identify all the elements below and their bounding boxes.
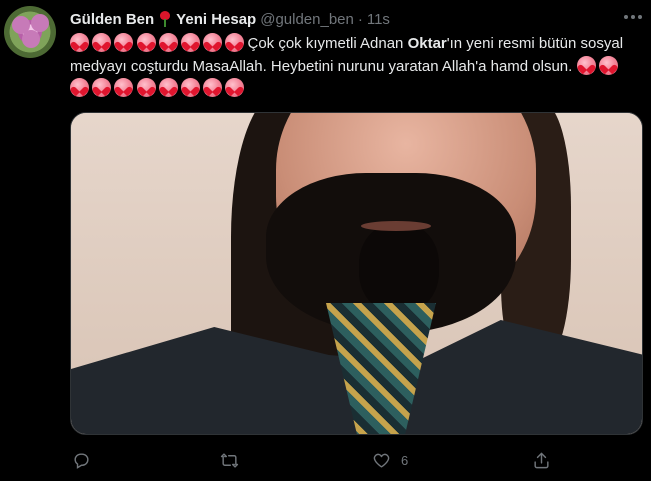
share-button[interactable]	[532, 447, 551, 473]
heart-icon	[114, 33, 134, 52]
share-icon	[534, 452, 549, 468]
rose-icon	[158, 11, 172, 27]
like-count: 6	[401, 452, 409, 468]
reply-button[interactable]	[72, 447, 91, 473]
like-button[interactable]: 6	[372, 447, 408, 473]
heart-icon	[158, 78, 178, 97]
tweet[interactable]: Gülden Ben Yeni Hesap @gulden_ben · 11s …	[0, 0, 651, 481]
heart-icon	[576, 55, 596, 75]
heart-icon	[180, 33, 200, 52]
like-icon	[373, 453, 390, 468]
retweet-button[interactable]	[220, 447, 239, 473]
tweet-text-part1: Çok çok kıymetli Adnan	[247, 35, 408, 52]
retweet-icon	[220, 452, 239, 468]
separator-dot: ·	[357, 10, 363, 28]
tweet-text: Çok çok kıymetli Adnan Oktar'ın yeni res…	[70, 33, 630, 101]
heart-icon	[203, 33, 223, 52]
heart-icon	[225, 78, 245, 97]
heart-icon	[158, 33, 178, 52]
user-handle[interactable]: @gulden_ben	[260, 11, 354, 28]
tweet-header: Gülden Ben Yeni Hesap @gulden_ben · 11s	[70, 9, 390, 29]
heart-icon	[136, 78, 156, 97]
heart-icon	[225, 33, 245, 52]
reply-icon	[74, 452, 89, 469]
display-name-suffix[interactable]: Yeni Hesap	[176, 11, 256, 28]
heart-icon	[70, 78, 89, 97]
tweet-photo[interactable]	[70, 112, 643, 435]
heart-icon	[114, 78, 134, 97]
tweet-time[interactable]: 11s	[367, 11, 390, 28]
heart-icon	[136, 33, 156, 52]
tweet-text-bold: Oktar	[407, 35, 447, 52]
tweet-actions: 6	[70, 447, 643, 473]
heart-icon	[92, 33, 112, 52]
heart-icon	[70, 33, 89, 52]
leading-hearts	[70, 33, 248, 52]
more-dots-icon[interactable]	[622, 10, 644, 24]
heart-icon	[598, 55, 618, 75]
display-name[interactable]: Gülden Ben	[70, 11, 154, 28]
heart-icon	[203, 78, 223, 97]
heart-icon	[180, 78, 200, 97]
heart-icon	[92, 78, 112, 97]
avatar[interactable]	[4, 6, 56, 58]
